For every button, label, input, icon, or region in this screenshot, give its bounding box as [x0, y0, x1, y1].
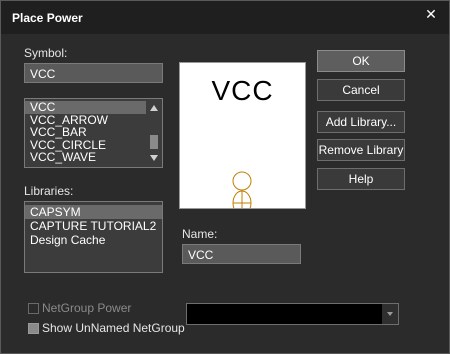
- place-power-dialog: Place Power ✕ Symbol: VCC VCC VCC_ARROW …: [0, 0, 450, 354]
- combo-dropdown-button[interactable]: [382, 304, 398, 324]
- list-scrollbar[interactable]: [146, 99, 162, 167]
- scroll-down-icon[interactable]: [150, 155, 158, 161]
- library-item[interactable]: CAPSYM: [25, 205, 162, 219]
- chevron-down-icon: [387, 312, 393, 316]
- scroll-thumb[interactable]: [150, 135, 158, 149]
- add-library-button[interactable]: Add Library...: [317, 111, 405, 133]
- show-unnamed-netgroup-checkbox[interactable]: [28, 323, 39, 334]
- symbol-list[interactable]: VCC VCC_ARROW VCC_BAR VCC_CIRCLE VCC_WAV…: [24, 98, 163, 168]
- power-symbol-icon: [232, 171, 252, 208]
- library-item[interactable]: CAPTURE TUTORIAL2: [25, 219, 162, 233]
- help-button[interactable]: Help: [317, 168, 405, 190]
- list-item[interactable]: VCC: [25, 101, 162, 114]
- netgroup-power-label: NetGroup Power: [42, 301, 132, 315]
- ok-button[interactable]: OK: [317, 50, 405, 72]
- symbol-label: Symbol:: [24, 46, 68, 60]
- cancel-button[interactable]: Cancel: [317, 79, 405, 101]
- title-bar: Place Power ✕: [1, 1, 449, 34]
- library-item[interactable]: Design Cache: [25, 233, 162, 247]
- list-item[interactable]: VCC_WAVE: [25, 151, 162, 164]
- scroll-up-icon[interactable]: [150, 105, 158, 111]
- libraries-list[interactable]: CAPSYM CAPTURE TUTORIAL2 Design Cache: [24, 201, 163, 273]
- show-unnamed-netgroup-label: Show UnNamed NetGroup: [42, 321, 185, 335]
- close-icon[interactable]: ✕: [419, 4, 443, 24]
- name-label: Name:: [182, 227, 218, 241]
- netgroup-combo[interactable]: [186, 303, 399, 325]
- symbol-input[interactable]: VCC: [24, 63, 163, 83]
- name-input[interactable]: VCC: [182, 244, 301, 264]
- dialog-title: Place Power: [12, 11, 83, 25]
- netgroup-power-checkbox[interactable]: [28, 303, 39, 314]
- libraries-label: Libraries:: [24, 184, 74, 198]
- remove-library-button[interactable]: Remove Library: [317, 139, 405, 161]
- symbol-preview: VCC: [179, 62, 306, 209]
- list-item[interactable]: VCC_BAR: [25, 126, 162, 139]
